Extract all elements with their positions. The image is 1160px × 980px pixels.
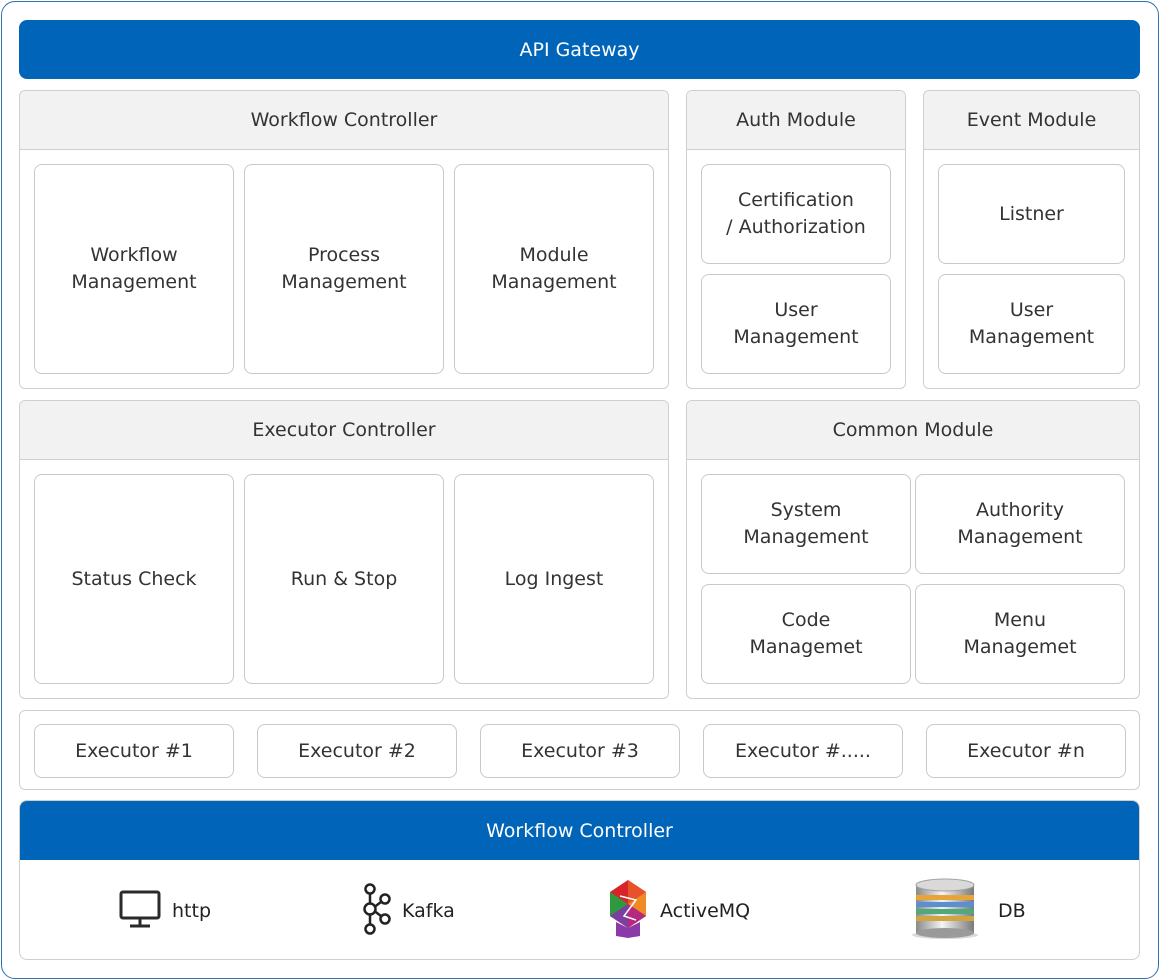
log-ingest-box: Log Ingest: [454, 474, 654, 684]
run-stop-box: Run & Stop: [244, 474, 444, 684]
protocol-http: http: [118, 890, 211, 932]
bottom-workflow-controller-panel: Workflow Controller http Kafka ActiveMQ …: [19, 800, 1140, 960]
protocol-db-label: DB: [998, 900, 1026, 922]
executor-controller-title: Executor Controller: [20, 401, 668, 460]
executors-panel: Executor #1 Executor #2 Executor #3 Exec…: [19, 710, 1140, 790]
executor-more-box: Executor #.....: [703, 724, 903, 778]
protocol-http-label: http: [172, 900, 212, 922]
executor-controller-panel: Executor Controller Status Check Run & S…: [19, 400, 669, 699]
certification-authorization-box: Certification / Authorization: [701, 164, 891, 264]
event-user-management-box: User Management: [938, 274, 1125, 374]
process-management-box: Process Management: [244, 164, 444, 374]
kafka-icon: [360, 882, 392, 940]
code-management-box: Code Managemet: [701, 584, 911, 684]
executor-3-box: Executor #3: [480, 724, 680, 778]
menu-management-box: Menu Managemet: [915, 584, 1125, 684]
protocol-kafka-label: Kafka: [402, 900, 455, 922]
listner-box: Listner: [938, 164, 1125, 264]
executor-2-box: Executor #2: [257, 724, 457, 778]
module-management-box: Module Management: [454, 164, 654, 374]
status-check-box: Status Check: [34, 474, 234, 684]
api-gateway-bar: API Gateway: [19, 20, 1140, 79]
bottom-workflow-controller-title: Workflow Controller: [20, 801, 1139, 860]
common-module-title: Common Module: [687, 401, 1139, 460]
protocol-activemq: ActiveMQ: [606, 878, 751, 945]
api-gateway-label: API Gateway: [519, 38, 640, 61]
auth-module-panel: Auth Module Certification / Authorizatio…: [686, 90, 906, 389]
executor-1-box: Executor #1: [34, 724, 234, 778]
system-management-box: System Management: [701, 474, 911, 574]
protocol-db: DB: [910, 877, 1026, 946]
auth-module-title: Auth Module: [687, 91, 905, 150]
protocol-kafka: Kafka: [360, 882, 455, 940]
event-module-title: Event Module: [924, 91, 1139, 150]
workflow-management-box: Workflow Management: [34, 164, 234, 374]
auth-user-management-box: User Management: [701, 274, 891, 374]
executor-n-box: Executor #n: [926, 724, 1126, 778]
workflow-controller-title: Workflow Controller: [20, 91, 668, 150]
common-module-panel: Common Module System Management Authorit…: [686, 400, 1140, 699]
monitor-icon: [118, 888, 162, 935]
protocol-activemq-label: ActiveMQ: [660, 900, 751, 922]
event-module-panel: Event Module Listner User Management: [923, 90, 1140, 389]
database-icon: [910, 877, 980, 946]
activemq-icon: [606, 878, 650, 945]
authority-management-box: Authority Management: [915, 474, 1125, 574]
workflow-controller-panel: Workflow Controller Workflow Management …: [19, 90, 669, 389]
